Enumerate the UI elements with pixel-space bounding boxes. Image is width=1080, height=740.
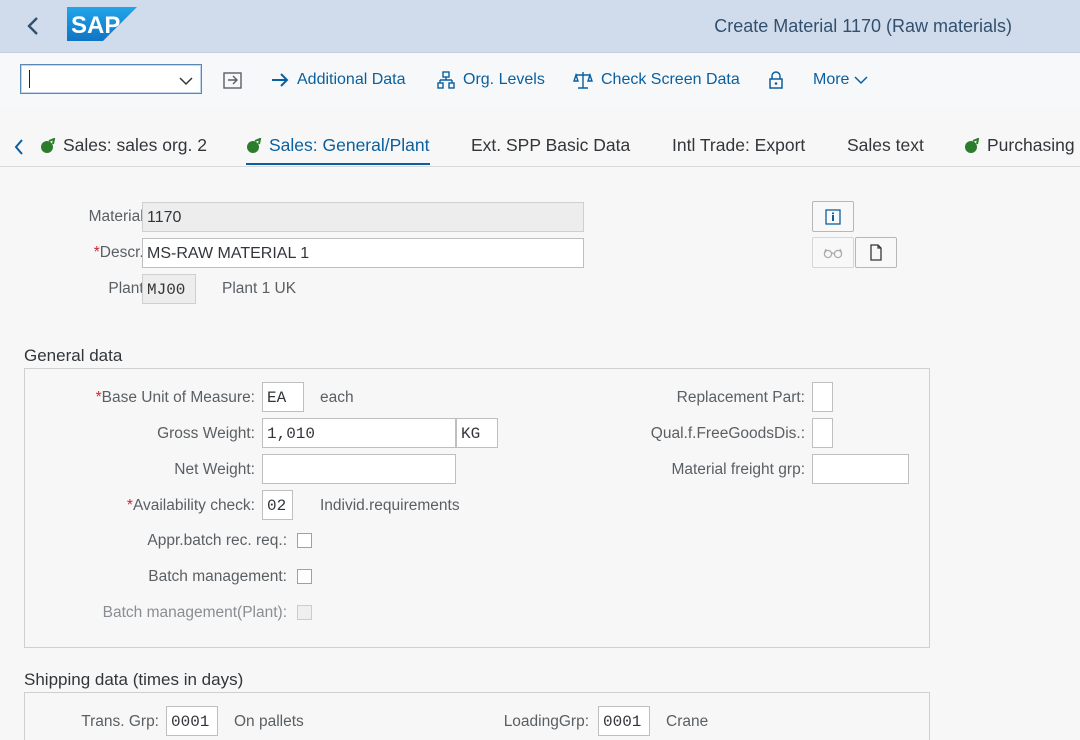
toolbar: Additional Data Org. Levels Check Screen…: [0, 54, 1080, 106]
material-field: 1170: [142, 202, 584, 232]
freight-group-input[interactable]: [812, 454, 909, 484]
batch-mgmt-label: Batch management:: [148, 568, 287, 585]
tab-sales-text[interactable]: Sales text: [847, 135, 924, 165]
check-screen-data-button[interactable]: Check Screen Data: [573, 69, 740, 91]
batch-management-plant-checkbox: [297, 605, 312, 620]
maintained-status-icon: [41, 138, 56, 153]
general-data-group: *Base Unit of Measure: EA each Gross Wei…: [24, 368, 930, 648]
command-field[interactable]: [20, 64, 202, 94]
logo-text: SAP: [71, 12, 120, 39]
tab-label: Purchasing: [987, 135, 1075, 155]
trans-grp-text: On pallets: [234, 713, 304, 730]
appr-batch-label: Appr.batch rec. req.:: [147, 532, 287, 549]
loading-grp-input[interactable]: 0001: [598, 706, 650, 736]
document-button[interactable]: [855, 237, 897, 268]
base-uom-input[interactable]: EA: [262, 382, 304, 412]
shipping-data-title: Shipping data (times in days): [24, 670, 244, 689]
info-icon: [825, 208, 841, 225]
shipping-data-group: Trans. Grp: 0001 On pallets LoadingGrp: …: [24, 692, 930, 740]
tab-sales-sales-org-2[interactable]: Sales: sales org. 2: [40, 135, 207, 165]
exit-button[interactable]: [221, 69, 245, 91]
loading-grp-label: LoadingGrp:: [503, 713, 589, 730]
tab-ext-spp-basic-data[interactable]: Ext. SPP Basic Data: [471, 135, 630, 165]
lock-button[interactable]: [764, 69, 788, 91]
trans-grp-label: Trans. Grp:: [81, 713, 159, 730]
org-levels-label: Org. Levels: [463, 71, 545, 88]
tab-strip: Sales: sales org. 2 Sales: General/Plant…: [0, 125, 1080, 167]
freight-group-label: Material freight grp:: [671, 461, 805, 478]
chevron-down-icon: [854, 76, 868, 85]
tab-label: Intl Trade: Export: [672, 135, 806, 155]
gross-weight-label: Gross Weight:: [157, 425, 255, 442]
text-cursor: [29, 70, 30, 88]
replacement-part-input[interactable]: [812, 382, 833, 412]
batch-mgmt-plant-label: Batch management(Plant):: [102, 604, 287, 621]
appr-batch-checkbox[interactable]: [297, 533, 312, 548]
tab-intl-trade-export[interactable]: Intl Trade: Export: [672, 135, 805, 165]
chevron-left-icon: [14, 139, 23, 155]
tab-label: Sales: sales org. 2: [63, 135, 207, 155]
net-weight-label: Net Weight:: [174, 461, 255, 478]
tab-label: Sales text: [847, 135, 924, 155]
tab-label: Ext. SPP Basic Data: [471, 135, 631, 155]
qual-free-goods-label: Qual.f.FreeGoodsDis.:: [650, 425, 805, 442]
descr-label: Descr.:: [99, 244, 148, 261]
page-title: Create Material 1170 (Raw materials): [714, 16, 1012, 36]
material-label: Material:: [88, 208, 148, 225]
net-weight-input[interactable]: [262, 454, 456, 484]
display-button[interactable]: [812, 237, 854, 268]
sap-logo[interactable]: SAP: [67, 7, 137, 41]
gross-weight-input[interactable]: 1,010: [262, 418, 456, 448]
maintained-status-icon: [247, 138, 262, 153]
tab-label: Sales: General/Plant: [269, 135, 430, 155]
weight-unit-input[interactable]: KG: [456, 418, 498, 448]
availability-label-wrap: *Availability check:: [127, 497, 255, 515]
back-button[interactable]: [18, 12, 48, 40]
base-uom-text: each: [320, 389, 354, 406]
availability-label: Availability check:: [132, 497, 255, 514]
glasses-icon: [823, 248, 843, 258]
trans-grp-input[interactable]: 0001: [166, 706, 218, 736]
tab-scroll-left-button[interactable]: [14, 137, 30, 157]
tab-sales-general-plant[interactable]: Sales: General/Plant: [246, 135, 430, 165]
additional-data-label: Additional Data: [297, 71, 406, 88]
loading-grp-text: Crane: [666, 713, 709, 730]
lock-icon: [769, 71, 783, 89]
base-uom-label: Base Unit of Measure:: [101, 389, 255, 406]
exit-icon: [223, 72, 242, 89]
scale-icon: [573, 72, 593, 89]
descr-label-wrap: *Descr.:: [94, 244, 148, 262]
availability-check-input[interactable]: 02: [262, 490, 293, 520]
maintained-status-icon: [965, 138, 980, 153]
tab-purchasing[interactable]: Purchasing: [964, 135, 1075, 165]
additional-data-button[interactable]: Additional Data: [271, 69, 406, 91]
base-uom-label-wrap: *Base Unit of Measure:: [96, 389, 255, 407]
org-levels-button[interactable]: Org. Levels: [437, 69, 545, 91]
check-screen-data-label: Check Screen Data: [601, 71, 740, 88]
qual-free-goods-input[interactable]: [812, 418, 833, 448]
content-area: Material: 1170 *Descr.: MS-RAW MATERIAL …: [12, 167, 1080, 740]
general-data-title: General data: [24, 346, 123, 365]
availability-text: Individ.requirements: [320, 497, 460, 514]
shell-bar: SAP Create Material 1170 (Raw materials): [0, 0, 1080, 53]
batch-management-checkbox[interactable]: [297, 569, 312, 584]
chevron-left-icon: [27, 17, 38, 35]
document-icon: [870, 244, 882, 261]
plant-description: Plant 1 UK: [222, 280, 297, 297]
arrow-right-icon: [272, 73, 289, 87]
more-button[interactable]: More: [813, 69, 868, 91]
replacement-part-label: Replacement Part:: [676, 389, 805, 406]
more-label: More: [813, 71, 850, 88]
chevron-down-icon[interactable]: [179, 73, 193, 91]
description-input[interactable]: MS-RAW MATERIAL 1: [142, 238, 584, 268]
info-button[interactable]: [812, 201, 854, 232]
plant-field: MJ00: [142, 274, 196, 304]
org-hierarchy-icon: [437, 71, 455, 89]
